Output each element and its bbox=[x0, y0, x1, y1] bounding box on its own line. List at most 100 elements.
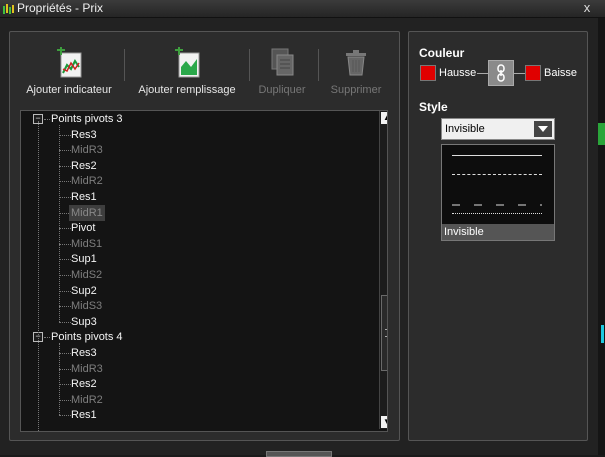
tree-item[interactable]: MidS1 bbox=[21, 236, 371, 252]
down-color-label: Baisse bbox=[544, 67, 578, 79]
tree-item-label: Res1 bbox=[71, 409, 97, 422]
duplicate-icon bbox=[271, 48, 294, 76]
bottom-tab[interactable] bbox=[266, 451, 332, 457]
style-section-title: Style bbox=[419, 100, 448, 114]
tree-item-label: MidS3 bbox=[71, 300, 103, 313]
tree-item-label: Sup1 bbox=[71, 253, 97, 266]
scroll-down-arrow-icon[interactable]: ▼ bbox=[381, 416, 387, 428]
tree-connector bbox=[59, 243, 71, 245]
down-color-swatch[interactable] bbox=[525, 65, 541, 81]
tree-item[interactable]: MidS2 bbox=[21, 267, 371, 283]
style-option-dashed[interactable] bbox=[452, 174, 542, 175]
delete-label: Supprimer bbox=[330, 84, 382, 96]
style-dropdown[interactable]: Invisible bbox=[441, 118, 555, 140]
tree-item-label: Res2 bbox=[71, 159, 97, 172]
scroll-thumb[interactable] bbox=[381, 295, 387, 371]
window-title: Propriétés - Prix bbox=[17, 1, 104, 15]
tree-item-label: Res3 bbox=[71, 128, 97, 141]
chain-link-icon bbox=[497, 64, 505, 82]
toolbar-divider bbox=[318, 49, 319, 81]
tree-group-label: Points pivots 3 bbox=[51, 113, 123, 125]
add-indicator-icon bbox=[57, 47, 82, 78]
tree-item[interactable]: Sup2 bbox=[21, 283, 371, 299]
tree-item[interactable]: Res2 bbox=[21, 376, 371, 392]
scroll-up-arrow-icon[interactable]: ▲ bbox=[381, 112, 387, 124]
tree-item[interactable]: Res1 bbox=[21, 189, 371, 205]
tree-connector bbox=[38, 121, 39, 431]
tree-item[interactable]: Pivot bbox=[21, 220, 371, 236]
tree-item[interactable]: MidR2 bbox=[21, 173, 371, 189]
tree-item-label: Res2 bbox=[71, 378, 97, 391]
up-color-label: Hausse bbox=[439, 67, 477, 79]
tree-connector bbox=[59, 290, 71, 292]
tree-group[interactable]: − Points pivots 4 bbox=[21, 329, 371, 345]
tree-scrollbar[interactable]: ▲ ▼ bbox=[379, 111, 387, 429]
tree-item-label: MidS1 bbox=[71, 237, 103, 250]
tree-connector bbox=[59, 415, 71, 417]
grip-icon bbox=[385, 329, 387, 337]
tree-connector bbox=[44, 119, 50, 120]
elements-tree[interactable]: − Points pivots 3 Res3 MidR3 Res2 MidR2 Res1 Mi… bbox=[20, 110, 388, 432]
style-options-list[interactable]: Invisible bbox=[441, 144, 555, 241]
tree-item-label: MidR3 bbox=[71, 144, 103, 157]
properties-panel: Couleur Hausse Baisse Style Invisible In… bbox=[408, 31, 588, 441]
tree-connector bbox=[59, 150, 71, 152]
tree-group-label: Points pivots 4 bbox=[51, 331, 123, 344]
tree-connector bbox=[59, 368, 71, 370]
tree-item[interactable]: Sup1 bbox=[21, 251, 371, 267]
color-section-title: Couleur bbox=[419, 46, 465, 60]
add-fill-button[interactable]: Ajouter remplissage bbox=[136, 47, 238, 96]
tree-item-label: MidS2 bbox=[71, 269, 103, 281]
tree-item-label: MidR2 bbox=[71, 175, 103, 188]
style-option-solid[interactable] bbox=[452, 155, 542, 156]
chart-icon bbox=[3, 4, 14, 14]
add-indicator-button[interactable]: Ajouter indicateur bbox=[24, 47, 114, 96]
tree-item[interactable]: MidR2 bbox=[21, 392, 371, 408]
tree-connector bbox=[59, 306, 71, 308]
style-option-dotted[interactable] bbox=[452, 213, 542, 214]
tree-connector bbox=[59, 275, 71, 276]
tree-connector bbox=[59, 384, 71, 386]
tree-connector bbox=[59, 259, 71, 261]
style-dropdown-value: Invisible bbox=[445, 123, 485, 135]
trash-icon bbox=[346, 50, 366, 76]
up-color-swatch[interactable] bbox=[420, 65, 436, 81]
tree-item-label: MidR1 bbox=[69, 204, 105, 221]
tree-item[interactable]: Res3 bbox=[21, 345, 371, 361]
tree-item[interactable]: Res2 bbox=[21, 158, 371, 174]
toolbar-divider bbox=[124, 49, 125, 81]
close-button[interactable]: x bbox=[580, 0, 594, 15]
tree-item[interactable]: MidR3 bbox=[21, 142, 371, 158]
tree-connector bbox=[59, 228, 71, 230]
background-chart-edge bbox=[598, 18, 605, 455]
tree-item-label: Pivot bbox=[71, 222, 96, 235]
tree-group[interactable]: − Points pivots 3 bbox=[21, 111, 371, 127]
tree-connector bbox=[44, 337, 50, 339]
style-option-invisible[interactable]: Invisible bbox=[442, 224, 554, 240]
tree-connector bbox=[59, 125, 60, 322]
tree-connector bbox=[59, 343, 60, 416]
background-chart-marker bbox=[598, 123, 605, 145]
tree-item[interactable]: MidS3 bbox=[21, 298, 371, 314]
tree-item[interactable]: MidR1 bbox=[21, 204, 371, 221]
title-bar: Propriétés - Prix x bbox=[0, 0, 605, 18]
tree-item[interactable]: Res3 bbox=[21, 127, 371, 143]
tree-connector bbox=[59, 197, 71, 198]
chevron-down-icon[interactable] bbox=[534, 121, 552, 137]
tree-item[interactable]: Res1 bbox=[21, 407, 371, 423]
dash-dot-line-icon bbox=[452, 204, 542, 206]
background-chart-marker bbox=[601, 325, 604, 343]
tree-item-label: Res3 bbox=[71, 347, 97, 359]
tree-connector bbox=[59, 165, 71, 167]
duplicate-label: Dupliquer bbox=[258, 84, 306, 96]
tree-connector bbox=[59, 134, 71, 136]
tree-item[interactable]: MidR3 bbox=[21, 361, 371, 377]
link-colors-button[interactable] bbox=[488, 60, 514, 86]
delete-button[interactable]: Supprimer bbox=[326, 47, 386, 96]
add-indicator-label: Ajouter indicateur bbox=[26, 84, 112, 96]
add-fill-icon bbox=[175, 47, 200, 78]
tree-connector bbox=[59, 321, 71, 323]
tree-item-label: Sup2 bbox=[71, 284, 97, 297]
tree-item[interactable]: Sup3 bbox=[21, 314, 371, 330]
duplicate-button[interactable]: Dupliquer bbox=[250, 47, 314, 96]
